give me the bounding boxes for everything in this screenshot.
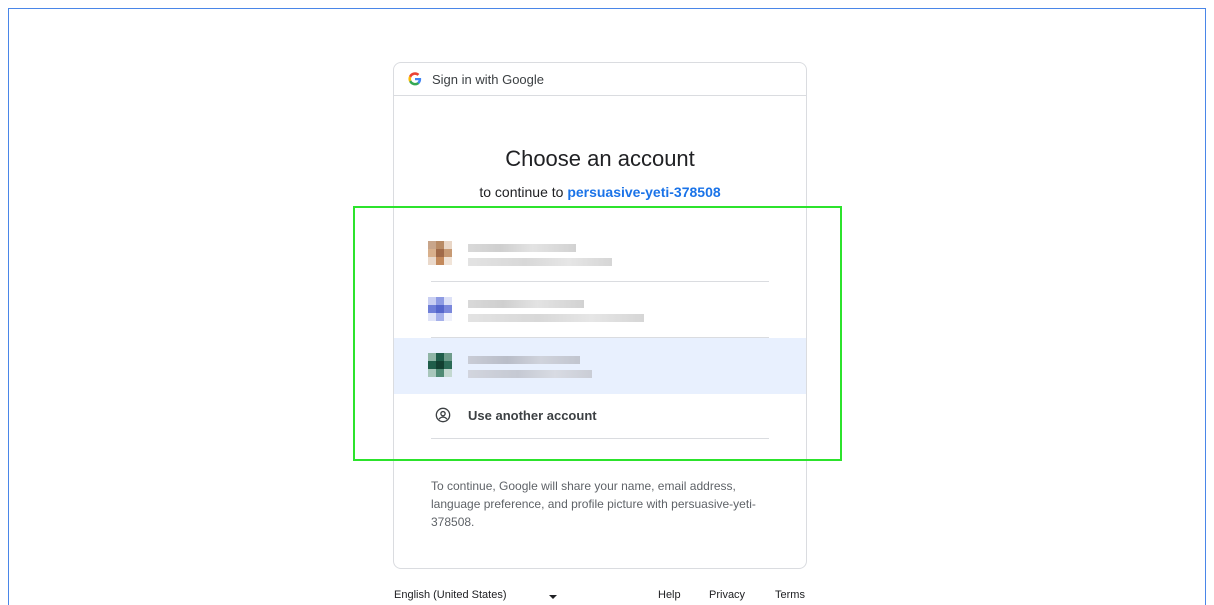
account-name-blurred (468, 300, 584, 308)
google-g-icon (408, 72, 422, 86)
chevron-down-icon[interactable] (549, 595, 557, 599)
terms-link[interactable]: Terms (775, 589, 805, 601)
app-name-link[interactable]: persuasive-yeti-378508 (567, 184, 720, 200)
card-header: Sign in with Google (394, 63, 806, 96)
account-name-blurred (468, 356, 580, 364)
use-another-account-button[interactable]: Use another account (394, 393, 806, 439)
language-select[interactable]: English (United States) (394, 589, 507, 601)
subtitle-prefix: to continue to (479, 184, 568, 200)
disclaimer-text: To continue, Google will share your name… (431, 479, 756, 529)
help-link[interactable]: Help (658, 589, 681, 601)
account-item-1[interactable] (394, 226, 806, 282)
page-subtitle: to continue to persuasive-yeti-378508 (394, 184, 806, 200)
account-item-2[interactable] (394, 282, 806, 338)
account-email-blurred (468, 370, 592, 378)
divider (431, 438, 769, 439)
account-email-blurred (468, 258, 612, 266)
avatar (428, 241, 460, 273)
account-email-blurred (468, 314, 644, 322)
use-another-account-label: Use another account (468, 408, 597, 423)
avatar (428, 297, 460, 329)
privacy-link[interactable]: Privacy (709, 589, 745, 601)
avatar (428, 353, 460, 385)
page-title: Choose an account (505, 146, 695, 171)
account-item-3[interactable] (394, 338, 806, 394)
account-chooser-card: Sign in with Google Choose an account to… (393, 62, 807, 569)
header-title: Sign in with Google (432, 71, 545, 87)
account-circle-icon (435, 407, 451, 423)
account-name-blurred (468, 244, 576, 252)
